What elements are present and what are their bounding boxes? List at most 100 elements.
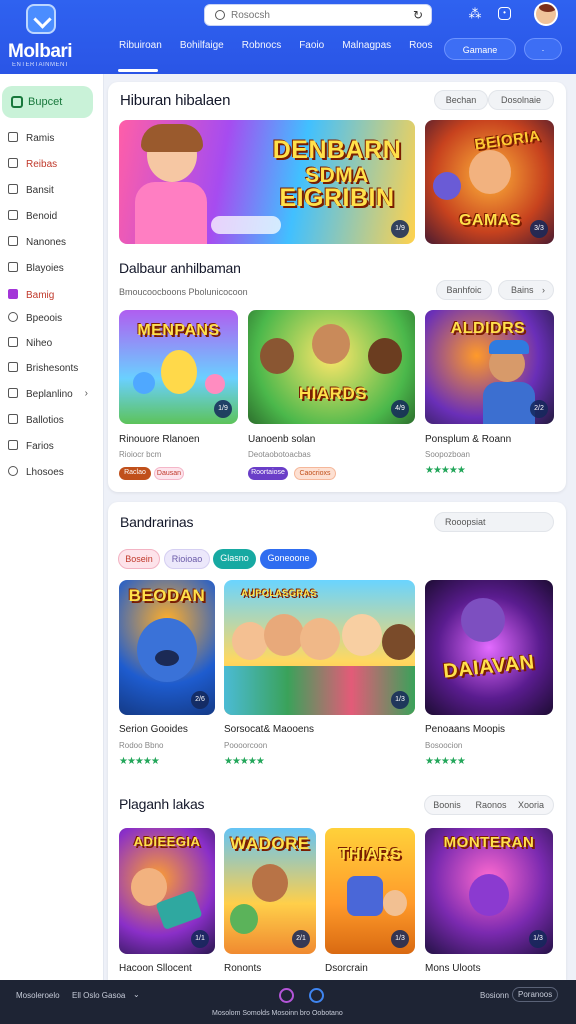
- sidebar-item[interactable]: Benoid: [8, 210, 57, 226]
- game-tag[interactable]: Dausan: [154, 467, 184, 480]
- lock-icon: [8, 440, 18, 450]
- game-art-title: DAIAVAN: [442, 651, 536, 683]
- filter-pill[interactable]: Banhfoic: [436, 280, 492, 300]
- game-tile[interactable]: MONTERAN 1/3: [425, 828, 553, 954]
- nav-item-5[interactable]: Malnagpas: [333, 40, 400, 60]
- nav-item-6[interactable]: Roos: [400, 40, 441, 60]
- filter-pill[interactable]: Bechan: [434, 90, 488, 110]
- search-bar[interactable]: ↻: [204, 4, 432, 26]
- game-tile[interactable]: HIARDS 4/9: [248, 310, 415, 424]
- sidebar-item[interactable]: Blayoies: [8, 262, 64, 278]
- footer-link[interactable]: Bosionn: [480, 991, 509, 1000]
- game-title[interactable]: Hacoon Sllocent: [119, 963, 192, 974]
- apps-icon[interactable]: ⁂: [467, 6, 483, 22]
- filter-pill[interactable]: Dosolnaie: [488, 90, 554, 110]
- search-input[interactable]: [231, 8, 401, 23]
- gamepad-icon: [8, 289, 18, 299]
- game-title[interactable]: Dsorcrain: [325, 963, 368, 974]
- game-title[interactable]: Ponsplum & Roann: [425, 434, 511, 445]
- social-icon[interactable]: [309, 988, 324, 1003]
- sidebar-item[interactable]: Lhosoes: [8, 466, 64, 482]
- subsection-subtitle: Bmoucoocboons Pbolunicocoon: [119, 287, 248, 297]
- category-chip[interactable]: Rioioao: [164, 549, 210, 569]
- filter-pill[interactable]: Xooria: [512, 797, 550, 813]
- game-tag[interactable]: Roortaiose: [248, 467, 288, 480]
- sidebar-item-label: Bansit: [26, 185, 54, 196]
- sidebar-item-label: Brishesonts: [26, 363, 79, 374]
- robot-art: [347, 876, 383, 916]
- sidebar-item[interactable]: Bamig: [8, 289, 54, 305]
- game-badge: 1/3: [391, 691, 409, 709]
- category-chip[interactable]: Goneoone: [260, 549, 317, 569]
- social-icon[interactable]: [279, 988, 294, 1003]
- game-tile[interactable]: MENPANS 1/9: [119, 310, 238, 424]
- subsection-title: Dalbaur anhilbaman: [119, 260, 241, 276]
- refresh-icon[interactable]: ↻: [413, 8, 423, 22]
- filter-pill[interactable]: Boonis: [428, 797, 466, 813]
- hair-art: [141, 124, 203, 152]
- primary-header-button[interactable]: Gamane: [444, 38, 516, 60]
- sidebar-item[interactable]: Nanones: [8, 236, 66, 252]
- sidebar-item[interactable]: Bpeoois: [8, 312, 62, 328]
- sidebar-item[interactable]: Farios: [8, 440, 54, 456]
- footer-text[interactable]: Mosoleroelo: [16, 991, 60, 1000]
- nav-item-3[interactable]: Robnocs: [233, 40, 290, 60]
- game-tile[interactable]: BEODAN 2/6: [119, 580, 215, 715]
- sidebar-item[interactable]: Ballotios: [8, 414, 64, 430]
- game-art-title: WADORE: [230, 834, 310, 853]
- category-chip[interactable]: Glasno: [213, 549, 256, 569]
- category-chip[interactable]: Bosein: [118, 549, 160, 569]
- sidebar-item[interactable]: Niheo: [8, 337, 52, 353]
- rating-stars: ★★★★★: [425, 756, 466, 767]
- game-tag[interactable]: Caocrioxs: [294, 467, 336, 480]
- sidebar-item[interactable]: Reibas: [8, 158, 57, 174]
- game-title[interactable]: Mons Uloots: [425, 963, 481, 974]
- game-title[interactable]: Rononts: [224, 963, 261, 974]
- character-art: [232, 622, 268, 660]
- secondary-header-button[interactable]: ·: [524, 38, 562, 60]
- nav-item-4[interactable]: Faoio: [290, 40, 333, 60]
- game-subtitle: Soopozboan: [425, 450, 470, 459]
- game-title[interactable]: Sorsocat& Maooens: [224, 724, 314, 735]
- footer-button[interactable]: Poranoos: [512, 987, 559, 1002]
- user-avatar[interactable]: [534, 2, 558, 26]
- game-title[interactable]: Rinouore Rlanoen: [119, 434, 200, 445]
- brand-logo[interactable]: Molbari ENTERTAINMENT: [8, 4, 96, 70]
- game-tile[interactable]: ADIEEGIA 1/1: [119, 828, 215, 954]
- game-art-title: THIARS: [338, 846, 402, 863]
- sidebar-item[interactable]: Brishesonts: [8, 362, 78, 378]
- nav-item-1[interactable]: Ribuiroan: [110, 40, 171, 60]
- sidebar-item[interactable]: Beplanlino ›: [8, 388, 98, 404]
- rating-stars: ★★★★★: [119, 756, 160, 767]
- sidebar-item-active[interactable]: Bupcet: [2, 86, 93, 118]
- game-tile[interactable]: AUPOLASGRAS 1/3: [224, 580, 415, 715]
- star-icon: [8, 362, 18, 372]
- game-title[interactable]: Penoaans Moopis: [425, 724, 505, 735]
- side-title-1: BEIORIA: [473, 127, 542, 154]
- notification-icon[interactable]: •: [498, 7, 511, 20]
- section-search-pill[interactable]: Rooopsiat: [434, 512, 554, 532]
- game-tag[interactable]: Raclao: [119, 467, 151, 480]
- filter-pill[interactable]: Raonos: [472, 797, 510, 813]
- info-icon: [8, 466, 18, 476]
- game-badge: 1/1: [191, 930, 209, 948]
- list-icon: [8, 158, 18, 168]
- game-tile[interactable]: THIARS 1/3: [325, 828, 415, 954]
- side-title-2: GAMAS: [458, 212, 522, 229]
- sidebar-item-label: Reibas: [26, 159, 58, 170]
- sidebar-item[interactable]: Bansit: [8, 184, 54, 200]
- game-tile[interactable]: DAIAVAN: [425, 580, 553, 715]
- game-subtitle: Rodoo Bbno: [119, 741, 164, 750]
- footer-text[interactable]: Ell Oslo Gasoa: [72, 991, 125, 1000]
- game-tile[interactable]: ALDIDRS 2/2: [425, 310, 554, 424]
- cap-art: [489, 340, 529, 354]
- side-banner[interactable]: BEIORIA GAMAS 3/3: [425, 120, 554, 244]
- game-tile[interactable]: WADORE 2/1: [224, 828, 316, 954]
- sidebar-item[interactable]: Ramis: [8, 132, 54, 148]
- filter-pill[interactable]: Bains ›: [498, 280, 554, 300]
- game-title[interactable]: Serion Gooides: [119, 724, 188, 735]
- hero-banner[interactable]: DENBARN SDMA EIGRIBIN 1/9: [119, 120, 415, 244]
- game-title[interactable]: Uanoenb solan: [248, 434, 315, 445]
- nav-item-2[interactable]: Bohilfaige: [171, 40, 233, 60]
- chevron-down-icon[interactable]: ⌄: [133, 990, 140, 999]
